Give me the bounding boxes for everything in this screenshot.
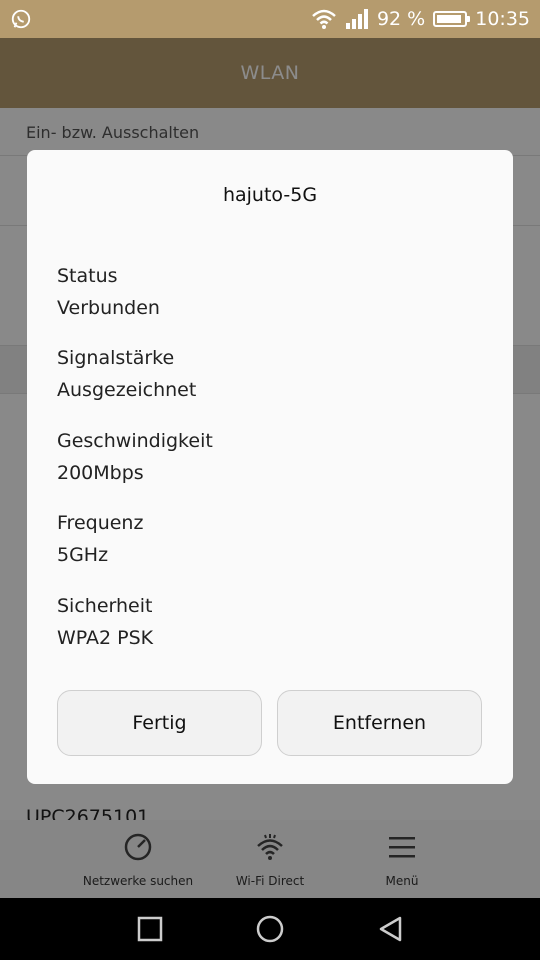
signal-icon [345,9,368,29]
security-label: Sicherheit [57,595,153,617]
recent-apps-icon[interactable] [135,914,165,944]
battery-icon [433,11,471,27]
speed-label: Geschwindigkeit [57,430,213,452]
network-details-dialog: hajuto-5G Status Verbunden Signalstärke … [27,150,513,784]
battery-percentage: 92 % [376,8,426,30]
system-navigation-bar [0,898,540,960]
done-button[interactable]: Fertig [57,690,262,756]
status-field: Status Verbunden [57,260,160,324]
signal-strength-label: Signalstärke [57,347,175,369]
signal-strength-field: Signalstärke Ausgezeichnet [57,342,196,406]
remove-button[interactable]: Entfernen [277,690,482,756]
frequency-value: 5GHz [57,544,109,566]
wifi-icon [312,9,336,29]
security-value: WPA2 PSK [57,627,154,649]
security-field: Sicherheit WPA2 PSK [57,590,153,654]
back-icon[interactable] [375,914,405,944]
frequency-field: Frequenz 5GHz [57,507,143,571]
dialog-title: hajuto-5G [222,184,318,206]
speed-field: Geschwindigkeit 200Mbps [57,425,213,489]
frequency-label: Frequenz [57,512,144,534]
status-bar: 92 % 10:35 [0,0,540,38]
signal-strength-value: Ausgezeichnet [57,379,197,401]
speed-value: 200Mbps [57,462,144,484]
status-value: Verbunden [57,297,160,319]
clock: 10:35 [475,8,530,30]
home-icon[interactable] [255,914,285,944]
whatsapp-icon [11,9,31,29]
status-label: Status [57,265,118,287]
